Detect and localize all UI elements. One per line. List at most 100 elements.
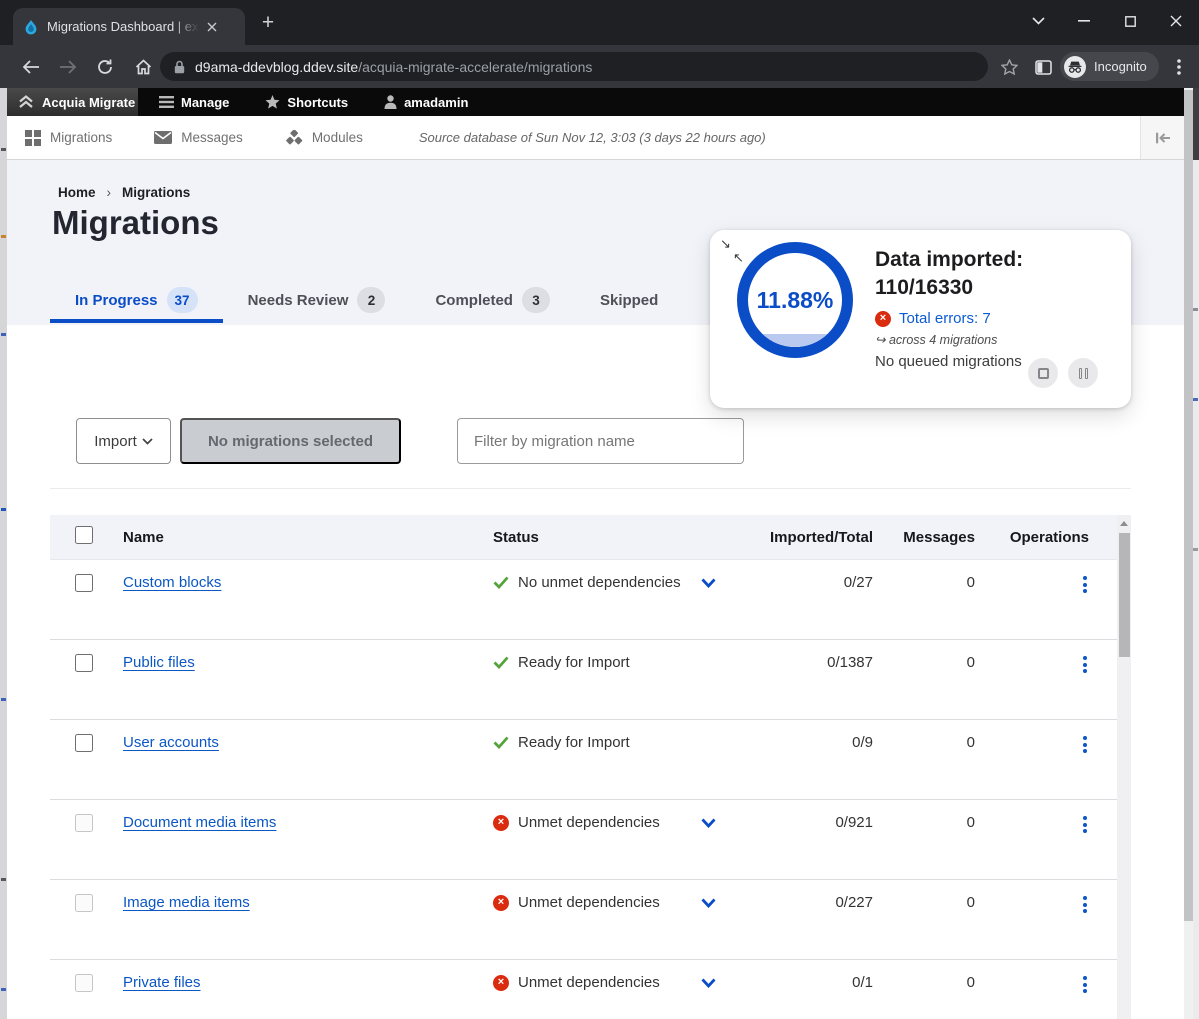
toolbar-item-user[interactable]: amadamin: [369, 88, 483, 116]
toolbar-item-modules[interactable]: Modules: [271, 130, 377, 146]
side-panel-icon[interactable]: [1030, 54, 1056, 80]
url-domain: d9ama-ddevblog.ddev.site: [195, 59, 358, 75]
no-migrations-selected-button[interactable]: No migrations selected: [180, 418, 401, 464]
minimize-button[interactable]: [1061, 0, 1107, 42]
manage-label: Manage: [181, 95, 229, 110]
back-icon[interactable]: [18, 54, 44, 80]
row-operations-button[interactable]: [980, 574, 1117, 593]
tab-search-icon[interactable]: [1015, 0, 1061, 42]
tab-close-icon[interactable]: [207, 22, 217, 32]
modules-icon: [285, 130, 303, 146]
reload-icon[interactable]: [92, 54, 118, 80]
toolbar-item-messages[interactable]: Messages: [140, 130, 257, 145]
status-expand-icon[interactable]: [701, 978, 716, 988]
tab-skipped[interactable]: Skipped: [575, 275, 683, 325]
select-all-checkbox[interactable]: [75, 526, 93, 544]
messages-value: 0: [873, 734, 980, 751]
divider: [50, 488, 1131, 489]
table-scrollbar-thumb[interactable]: [1119, 533, 1130, 657]
row-operations-button[interactable]: [980, 814, 1117, 833]
scroll-up-arrow-icon[interactable]: [1117, 515, 1131, 531]
table-row: User accounts × Ready for Import 0/9 0: [50, 720, 1131, 800]
kebab-menu-icon: [1083, 656, 1087, 673]
row-operations-button[interactable]: [980, 654, 1117, 673]
address-bar[interactable]: d9ama-ddevblog.ddev.site/acquia-migrate-…: [160, 52, 988, 81]
bookmark-star-icon[interactable]: [996, 54, 1022, 80]
resize-se-icon[interactable]: ↘: [720, 237, 731, 250]
status-expand-icon[interactable]: [701, 898, 716, 908]
row-checkbox[interactable]: [75, 894, 93, 912]
kebab-menu-icon: [1083, 896, 1087, 913]
chevron-down-icon: [142, 438, 153, 445]
status-expand-icon[interactable]: [701, 578, 716, 588]
tab-completed[interactable]: Completed 3: [410, 275, 575, 325]
messages-label: Messages: [181, 130, 243, 145]
collapse-toolbar-button[interactable]: [1140, 116, 1184, 159]
stop-button[interactable]: [1028, 358, 1058, 388]
pause-button[interactable]: [1068, 358, 1098, 388]
acquia-migrate-brand[interactable]: Acquia Migrate: [7, 88, 138, 116]
toolbar-item-migrations[interactable]: Migrations: [11, 130, 126, 146]
table-row: Private files × Unmet dependencies 0/1 0: [50, 960, 1131, 1019]
tab-label: Needs Review: [248, 292, 349, 309]
close-button[interactable]: [1153, 0, 1199, 42]
row-operations-button[interactable]: [980, 734, 1117, 753]
status-error-icon: ×: [493, 975, 509, 991]
messages-value: 0: [873, 654, 980, 671]
table-row: Document media items × Unmet dependencie…: [50, 800, 1131, 880]
migration-name-link[interactable]: Document media items: [123, 814, 276, 831]
browser-tab[interactable]: Migrations Dashboard | example: [13, 8, 245, 45]
row-operations-button[interactable]: [980, 894, 1117, 913]
row-checkbox[interactable]: [75, 574, 93, 592]
breadcrumb-separator: ›: [107, 185, 112, 200]
table-body: Custom blocks × No unmet dependencies 0/…: [50, 560, 1131, 1019]
migrations-label: Migrations: [50, 130, 112, 145]
secondary-toolbar: Migrations Messages Modules Source datab…: [7, 116, 1184, 160]
row-checkbox[interactable]: [75, 974, 93, 992]
status-label: No unmet dependencies: [518, 574, 681, 591]
tab-label: Skipped: [600, 292, 658, 309]
row-checkbox[interactable]: [75, 734, 93, 752]
migration-name-link[interactable]: Custom blocks: [123, 574, 221, 591]
maximize-button[interactable]: [1107, 0, 1153, 42]
browser-navbar: d9ama-ddevblog.ddev.site/acquia-migrate-…: [0, 45, 1199, 88]
breadcrumb-home-link[interactable]: Home: [58, 185, 96, 200]
table-scrollbar[interactable]: [1117, 515, 1131, 1019]
column-header-messages: Messages: [873, 529, 980, 546]
tab-needs-review[interactable]: Needs Review 2: [223, 275, 411, 325]
tab-in-progress[interactable]: In Progress 37: [50, 275, 223, 325]
status-label: Unmet dependencies: [518, 974, 660, 991]
resize-nw-icon[interactable]: ↖: [733, 251, 744, 264]
data-imported-value: 110/16330: [875, 274, 1115, 302]
row-checkbox[interactable]: [75, 654, 93, 672]
messages-value: 0: [873, 894, 980, 911]
status-success-icon: [493, 576, 509, 589]
pause-icon: [1079, 368, 1088, 379]
forward-icon[interactable]: [55, 54, 81, 80]
migration-name-link[interactable]: User accounts: [123, 734, 219, 751]
browser-scrollbar[interactable]: [1184, 88, 1193, 1019]
status-success-icon: [493, 656, 509, 669]
toolbar-item-manage[interactable]: Manage: [144, 88, 244, 116]
row-checkbox[interactable]: [75, 814, 93, 832]
browser-menu-icon[interactable]: [1166, 54, 1192, 80]
browser-scrollbar-thumb[interactable]: [1184, 90, 1193, 921]
tab-title: Migrations Dashboard | example: [47, 19, 199, 34]
status-label: Unmet dependencies: [518, 894, 660, 911]
migration-name-link[interactable]: Private files: [123, 974, 201, 991]
toolbar-item-shortcuts[interactable]: Shortcuts: [250, 88, 363, 116]
migration-tabs: In Progress 37 Needs Review 2 Completed …: [50, 275, 683, 325]
status-label: Ready for Import: [518, 654, 630, 671]
status-label: Ready for Import: [518, 734, 630, 751]
filter-migrations-input[interactable]: [457, 418, 744, 464]
total-errors-link[interactable]: Total errors: 7: [899, 310, 991, 327]
tab-count-badge: 2: [357, 287, 385, 313]
new-tab-button[interactable]: +: [255, 10, 281, 36]
migration-name-link[interactable]: Image media items: [123, 894, 250, 911]
import-dropdown-button[interactable]: Import: [76, 418, 171, 464]
status-expand-icon[interactable]: [701, 818, 716, 828]
row-operations-button[interactable]: [980, 974, 1117, 993]
migration-name-link[interactable]: Public files: [123, 654, 195, 671]
home-icon[interactable]: [130, 54, 156, 80]
url-path: /acquia-migrate-accelerate/migrations: [358, 59, 592, 75]
